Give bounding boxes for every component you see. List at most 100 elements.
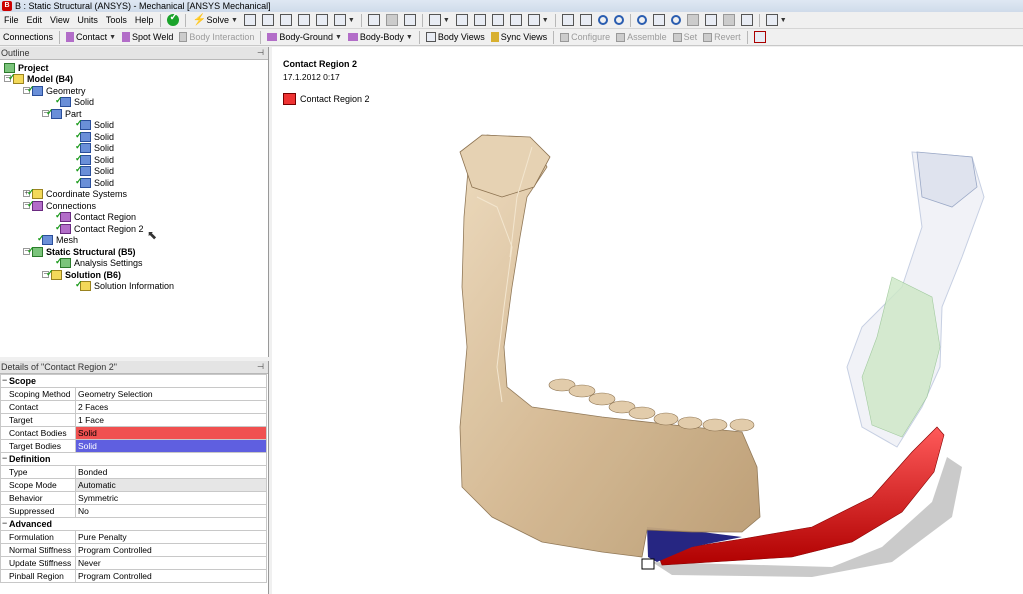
body-interaction-button[interactable]: Body Interaction [176,30,257,45]
toolbar-button[interactable] [295,13,313,28]
menu-view[interactable]: View [46,15,73,25]
property-value[interactable]: 2 Faces [75,400,267,414]
mandible-model[interactable] [272,47,1023,594]
assemble-button[interactable]: Assemble [613,30,670,45]
toolbar-button[interactable] [277,13,295,28]
tree-item-solid[interactable]: Solid [55,95,94,107]
property-value[interactable]: Program Controlled [75,543,267,557]
tree-item-solid[interactable]: Solid [75,153,114,165]
toolbar-button[interactable] [611,13,627,28]
pin-icon[interactable]: ⊣ [257,361,264,373]
tree-item-solid[interactable]: Solid [75,176,114,188]
toolbar-button[interactable]: ▼ [763,13,790,28]
toolbar-button[interactable]: ▼ [331,13,358,28]
toolbar-button[interactable] [241,13,259,28]
collapse-icon[interactable]: − [2,518,7,528]
pin-icon[interactable]: ⊣ [257,47,264,59]
tree-item-analysis-settings[interactable]: Analysis Settings [55,256,143,268]
toolbar-button[interactable] [702,13,720,28]
section-advanced[interactable]: − Advanced [0,517,267,531]
details-row[interactable]: Target 1 Face [0,413,267,427]
menu-units[interactable]: Units [73,15,102,25]
collapse-icon[interactable]: − [2,375,7,385]
section-definition[interactable]: − Definition [0,452,267,466]
section-scope[interactable]: − Scope [0,374,267,388]
details-row[interactable]: Update Stiffness Never [0,556,267,570]
body-ground-button[interactable]: Body-Ground ▼ [264,30,344,45]
property-value[interactable]: Bonded [75,465,267,479]
graphics-viewport[interactable]: Contact Region 2 17.1.2012 0:17 Contact … [272,47,1023,594]
solve-button[interactable]: ⚡ Solve ▼ [189,13,240,28]
menu-file[interactable]: File [0,15,23,25]
property-value[interactable]: No [75,504,267,518]
menu-edit[interactable]: Edit [23,15,47,25]
tree-item-model[interactable]: − Model (B4) [4,72,73,84]
details-row[interactable]: Contact Bodies Solid [0,426,267,440]
set-button[interactable]: Set [670,30,701,45]
details-row[interactable]: Scope Mode Automatic [0,478,267,492]
body-views-button[interactable]: Body Views [423,30,488,45]
details-row[interactable]: Scoping Method Geometry Selection [0,387,267,401]
toolbar-button[interactable] [559,13,577,28]
toolbar-button[interactable]: ▼ [525,13,552,28]
property-value[interactable]: 1 Face [75,413,267,427]
details-row[interactable]: Formulation Pure Penalty [0,530,267,544]
tree-item-solid[interactable]: Solid [75,141,114,153]
connections-button[interactable]: Connections [0,30,56,45]
menu-tools[interactable]: Tools [102,15,131,25]
toolbar-button[interactable] [313,13,331,28]
check-button[interactable] [164,12,182,28]
sync-views-button[interactable]: Sync Views [488,30,550,45]
details-row[interactable]: Target Bodies Solid [0,439,267,453]
property-value[interactable]: Symmetric [75,491,267,505]
tree-item-contact-region-2[interactable]: Contact Region 2 [55,222,144,234]
toolbar-button[interactable] [684,13,702,28]
toolbar-button[interactable] [738,13,756,28]
tree-item-contact-region[interactable]: Contact Region [55,210,136,222]
toolbar-button[interactable] [507,13,525,28]
toolbar-button[interactable]: ▼ [426,13,453,28]
details-row[interactable]: Suppressed No [0,504,267,518]
configure-button[interactable]: Configure [557,30,613,45]
toolbar-button[interactable] [401,13,419,28]
tree-item-mesh[interactable]: Mesh [37,233,78,245]
tree-item-solution-information[interactable]: Solution Information [75,279,174,291]
target-bodies-value[interactable]: Solid [75,439,267,453]
property-value[interactable]: Geometry Selection [75,387,267,401]
toolbar-button[interactable] [365,13,383,28]
tree-item-static-structural[interactable]: − Static Structural (B5) [23,245,136,257]
revert-button[interactable]: Revert [700,30,744,45]
toolbar-button[interactable] [751,30,769,45]
property-value[interactable]: Automatic [75,478,267,492]
details-row[interactable]: Type Bonded [0,465,267,479]
details-row[interactable]: Pinball Region Program Controlled [0,569,267,583]
tree-item-solid[interactable]: Solid [75,130,114,142]
spot-weld-button[interactable]: Spot Weld [119,30,176,45]
property-value[interactable]: Pure Penalty [75,530,267,544]
toolbar-button[interactable] [634,13,650,28]
tree-item-solid[interactable]: Solid [75,164,114,176]
property-value[interactable]: Never [75,556,267,570]
toolbar-button[interactable] [595,13,611,28]
toolbar-button[interactable] [471,13,489,28]
details-row[interactable]: Behavior Symmetric [0,491,267,505]
tree-item-solid[interactable]: Solid [75,118,114,130]
toolbar-button[interactable] [668,13,684,28]
contact-button[interactable]: Contact ▼ [63,30,119,45]
details-row[interactable]: Normal Stiffness Program Controlled [0,543,267,557]
toolbar-button[interactable] [489,13,507,28]
toolbar-button[interactable] [650,13,668,28]
collapse-icon[interactable]: − [2,453,7,463]
chevron-down-icon[interactable]: ▼ [231,17,238,24]
menu-help[interactable]: Help [131,15,158,25]
tree-item-coordinate-systems[interactable]: + Coordinate Systems [23,187,127,199]
toolbar-button[interactable] [383,13,401,28]
body-body-button[interactable]: Body-Body ▼ [345,30,416,45]
details-row[interactable]: Contact 2 Faces [0,400,267,414]
property-value[interactable]: Program Controlled [75,569,267,583]
toolbar-button[interactable] [453,13,471,28]
toolbar-button[interactable] [720,13,738,28]
contact-bodies-value[interactable]: Solid [75,426,267,440]
toolbar-button[interactable] [259,13,277,28]
toolbar-button[interactable] [577,13,595,28]
